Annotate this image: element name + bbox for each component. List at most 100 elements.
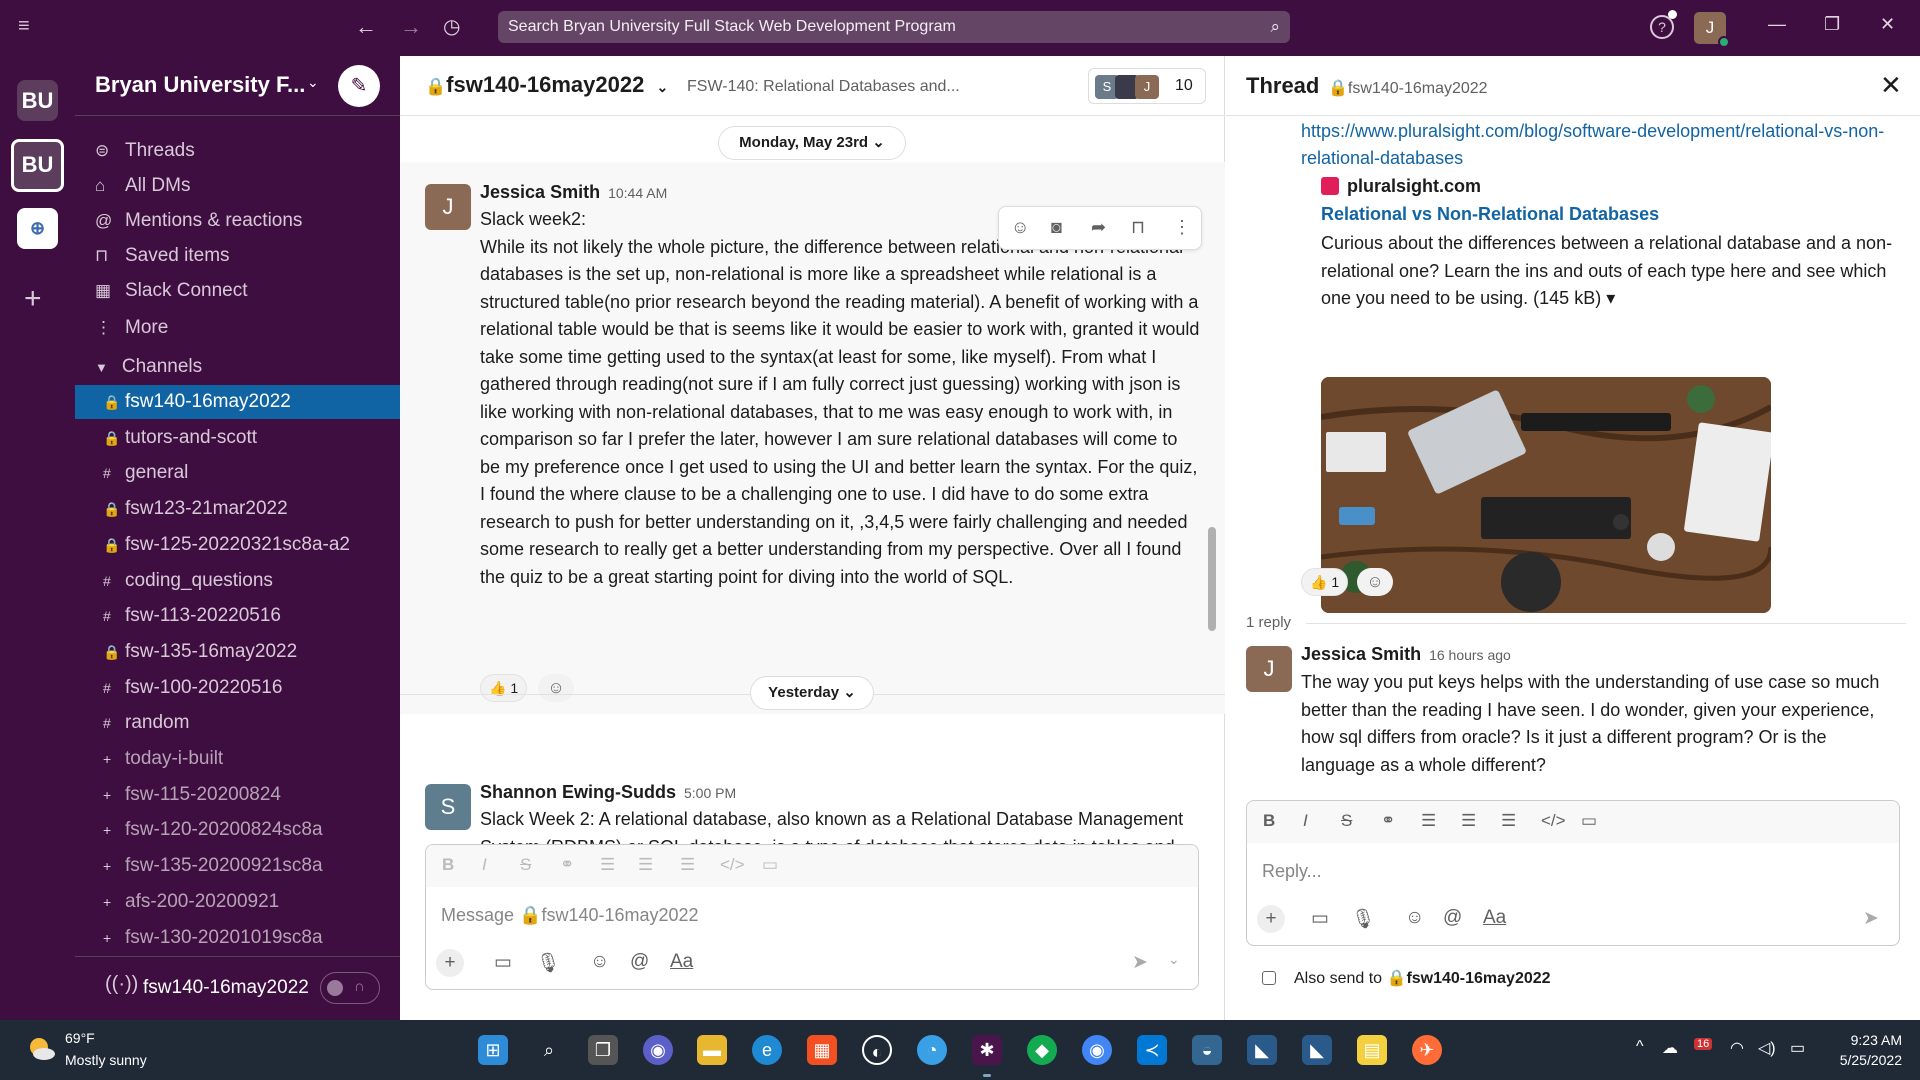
message-author[interactable]: Jessica Smith 16 hours ago xyxy=(1301,644,1511,665)
avatar[interactable]: J xyxy=(1246,646,1292,692)
bold-icon[interactable]: B xyxy=(442,855,454,875)
blockquote-icon[interactable]: ☰ xyxy=(1501,811,1516,831)
video-icon[interactable]: ▭ xyxy=(1311,907,1329,930)
add-reaction-icon[interactable]: ☺ xyxy=(538,674,574,702)
blockquote-icon[interactable]: ☰ xyxy=(680,855,695,875)
notification-badge[interactable]: 16 xyxy=(1694,1038,1713,1050)
start-icon[interactable]: ⊞ xyxy=(478,1035,508,1065)
weather-temp[interactable]: 69°F xyxy=(65,1030,95,1046)
volume-icon[interactable]: ◁) xyxy=(1758,1038,1776,1058)
mongodb-icon[interactable]: ◆ xyxy=(1027,1035,1057,1065)
sidebar-channel[interactable]: + fsw-130-20201019sc8a xyxy=(75,921,400,955)
menu-icon[interactable]: ≡ xyxy=(18,16,38,36)
scrollbar[interactable] xyxy=(1208,527,1216,631)
back-arrow-icon[interactable]: ← xyxy=(355,14,377,40)
message-time[interactable]: 10:44 AM xyxy=(608,185,667,201)
sidebar-channel[interactable]: 🔒 fsw-125-20220321sc8a-a2 xyxy=(75,528,400,562)
emoji-icon[interactable]: ☺ xyxy=(1405,907,1424,929)
compose-button[interactable]: ✎ xyxy=(338,65,380,107)
forward-arrow-icon[interactable]: → xyxy=(400,14,422,40)
thread-link[interactable]: https://www.pluralsight.com/blog/softwar… xyxy=(1301,118,1901,172)
sticky-notes-icon[interactable]: ▤ xyxy=(1357,1035,1387,1065)
plus-icon[interactable]: + xyxy=(1257,905,1285,933)
search-taskbar-icon[interactable]: ⌕ xyxy=(534,1035,564,1065)
reply-composer[interactable]: B I S ⚭ ☰ ☰ ☰ </> ▭ Reply... + ▭ 🎙 ☺ @ A… xyxy=(1246,800,1900,946)
send-icon[interactable]: ➤ xyxy=(1132,951,1148,974)
thread-channel[interactable]: 🔒fsw140-16may2022 xyxy=(1328,78,1488,98)
message-input[interactable]: Message 🔒fsw140-16may2022 xyxy=(441,905,699,926)
close-window-icon[interactable]: ✕ xyxy=(1880,14,1895,35)
restore-icon[interactable]: ❐ xyxy=(1824,14,1840,35)
wifi-icon[interactable]: ◠ xyxy=(1730,1038,1744,1058)
mention-icon[interactable]: @ xyxy=(1443,907,1462,929)
text-format-icon[interactable]: Aa xyxy=(1483,907,1506,929)
clock[interactable]: 9:23 AM 5/25/2022 xyxy=(1830,1030,1902,1070)
text-format-icon[interactable]: Aa xyxy=(670,951,693,973)
edge-icon[interactable]: e xyxy=(752,1035,782,1065)
microphone-icon[interactable]: 🎙 xyxy=(1351,907,1375,931)
mention-icon[interactable]: @ xyxy=(630,951,649,973)
ordered-list-icon[interactable]: ☰ xyxy=(600,855,615,875)
sidebar-item-saved[interactable]: ⊓ Saved items xyxy=(75,239,400,273)
sidebar-channel[interactable]: # coding_questions xyxy=(75,564,400,598)
workspace-logo-icon[interactable]: ⊕ xyxy=(17,208,58,249)
sidebar-channel[interactable]: + today-i-built xyxy=(75,742,400,776)
reply-thread-icon[interactable]: ◙ xyxy=(1051,217,1062,238)
channel-topic[interactable]: FSW-140: Relational Databases and... xyxy=(687,78,960,96)
channel-title[interactable]: 🔒fsw140-16may2022 ⌄ xyxy=(425,72,668,98)
sidebar-channel[interactable]: 🔒 fsw123-21mar2022 xyxy=(75,492,400,526)
battery-icon[interactable]: ▭ xyxy=(1790,1038,1805,1058)
bullet-list-icon[interactable]: ☰ xyxy=(1461,811,1476,831)
workspace-name[interactable]: Bryan University F... xyxy=(95,72,305,98)
user-avatar[interactable]: J xyxy=(1694,12,1730,48)
emoji-icon[interactable]: ☺ xyxy=(590,951,609,973)
search-input[interactable]: Search Bryan University Full Stack Web D… xyxy=(498,11,1290,43)
sidebar-channel[interactable]: + fsw-135-20200921sc8a xyxy=(75,849,400,883)
more-actions-icon[interactable]: ⋮ xyxy=(1173,217,1191,238)
also-send-checkbox[interactable] xyxy=(1262,971,1276,985)
also-send-option[interactable]: Also send to 🔒fsw140-16may2022 xyxy=(1262,968,1551,988)
sidebar-item-slack-connect[interactable]: ▦ Slack Connect xyxy=(75,274,400,308)
history-icon[interactable]: ◷ xyxy=(443,14,460,40)
author-name[interactable]: Jessica Smith xyxy=(1301,644,1421,664)
message-author[interactable]: Shannon Ewing-Sudds 5:00 PM xyxy=(480,782,736,803)
sidebar-channel[interactable]: + fsw-115-20200824 xyxy=(75,778,400,812)
message-composer[interactable]: B I S ⚭ ☰ ☰ ☰ </> ▭ Message 🔒fsw140-16ma… xyxy=(425,844,1199,990)
postgres-icon[interactable]: ◒ xyxy=(1192,1035,1222,1065)
huddle-channel[interactable]: fsw140-16may2022 xyxy=(143,977,309,999)
italic-icon[interactable]: I xyxy=(482,855,487,875)
sidebar-channel[interactable]: + fsw-120-20200824sc8a xyxy=(75,813,400,847)
minimize-icon[interactable]: — xyxy=(1768,14,1786,35)
tray-overflow-icon[interactable]: ^ xyxy=(1636,1038,1644,1056)
file-explorer-icon[interactable]: ▬ xyxy=(697,1035,727,1065)
sidebar-item-mentions[interactable]: @ Mentions & reactions xyxy=(75,204,400,238)
bookmark-icon[interactable]: ⊓ xyxy=(1131,217,1145,238)
code-icon[interactable]: </> xyxy=(720,855,745,875)
bullet-list-icon[interactable]: ☰ xyxy=(638,855,653,875)
slack-icon[interactable]: ✱ xyxy=(972,1035,1002,1065)
weather-icon[interactable] xyxy=(26,1034,56,1064)
github-icon[interactable]: ◐ xyxy=(862,1035,892,1065)
sidebar-channel[interactable]: # fsw-100-20220516 xyxy=(75,671,400,705)
code-icon[interactable]: </> xyxy=(1541,811,1566,831)
chevron-down-icon[interactable]: ⌄ xyxy=(1168,951,1180,968)
plus-icon[interactable]: + xyxy=(436,949,464,977)
code-block-icon[interactable]: ▭ xyxy=(762,855,778,875)
share-icon[interactable]: ➦ xyxy=(1091,217,1106,238)
send-icon[interactable]: ➤ xyxy=(1863,907,1879,930)
vscode-icon[interactable]: ≺ xyxy=(1137,1035,1167,1065)
reply-input[interactable]: Reply... xyxy=(1262,861,1322,882)
video-icon[interactable]: ▭ xyxy=(494,951,512,974)
postman-icon[interactable]: ✈ xyxy=(1412,1035,1442,1065)
code-block-icon[interactable]: ▭ xyxy=(1581,811,1597,831)
weather-desc[interactable]: Mostly sunny xyxy=(65,1052,147,1068)
sidebar-channel[interactable]: # fsw-113-20220516 xyxy=(75,599,400,633)
sidebar-channel[interactable]: 🔒 fsw-135-16may2022 xyxy=(75,635,400,669)
add-workspace-icon[interactable]: + xyxy=(24,282,42,316)
message-time[interactable]: 5:00 PM xyxy=(684,785,736,801)
cloud-icon[interactable]: ☁ xyxy=(1662,1038,1678,1058)
workspace-bu-1[interactable]: BU xyxy=(17,80,58,121)
sidebar-channel[interactable]: # general xyxy=(75,456,400,490)
bold-icon[interactable]: B xyxy=(1263,811,1275,831)
chrome-icon[interactable]: ◉ xyxy=(1082,1035,1112,1065)
